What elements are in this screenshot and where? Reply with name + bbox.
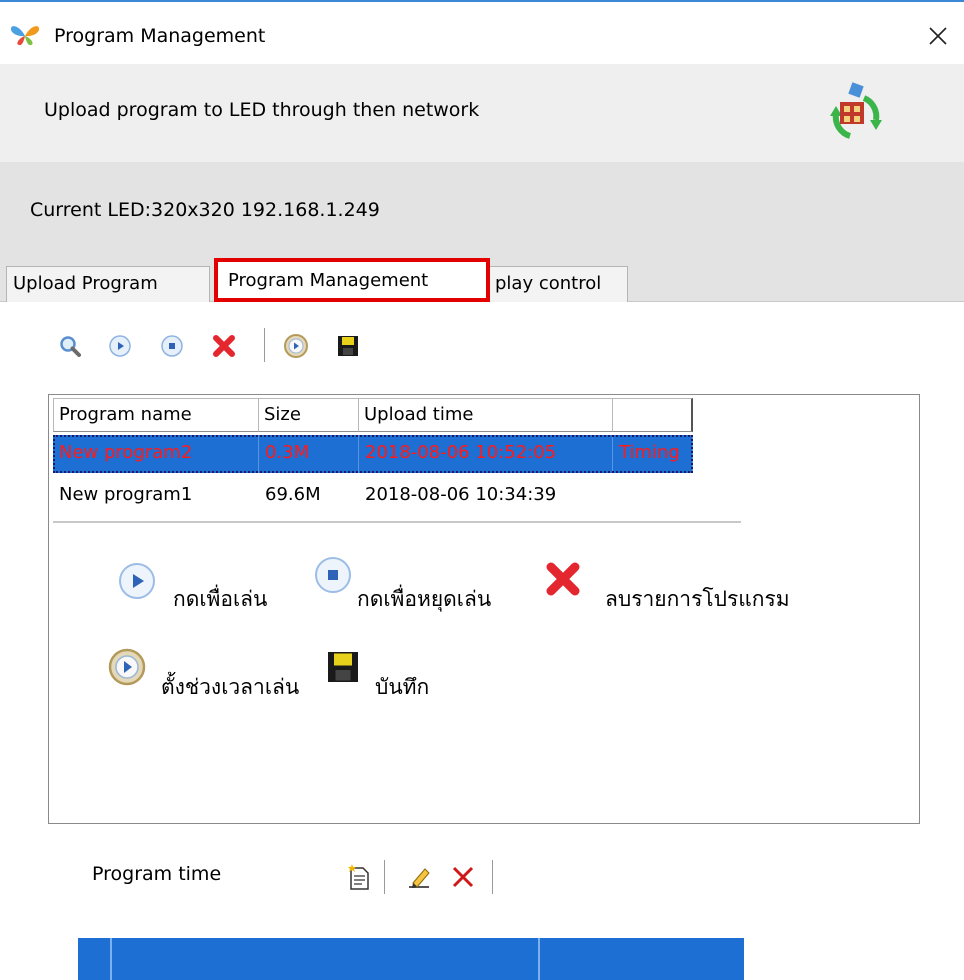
program-row[interactable]: New program1 69.6M 2018-08-06 10:34:39 xyxy=(53,477,693,515)
legend-play-text: กดเพื่อเล่น xyxy=(173,587,268,611)
delete-icon[interactable] xyxy=(210,332,238,360)
program-size-cell: 69.6M xyxy=(265,484,321,505)
program-upload-time-cell: 2018-08-06 10:34:39 xyxy=(365,484,557,505)
program-name-cell: New program2 xyxy=(53,435,259,473)
list-divider xyxy=(53,521,741,523)
program-upload-time-cell: 2018-08-06 10:52:05 xyxy=(359,435,613,473)
column-size[interactable]: Size xyxy=(259,398,359,432)
legend-delete-text: ลบรายการโปรแกรม xyxy=(605,587,790,611)
program-size-cell: 0.3M xyxy=(259,435,359,473)
tab-play-control[interactable]: play control xyxy=(488,266,628,302)
legend-save-text: บันทึก xyxy=(375,675,430,699)
title-bar: Program Management xyxy=(0,2,964,64)
legend-timer-icon xyxy=(107,647,147,687)
program-extra-cell: Timing xyxy=(613,435,693,473)
legend-play-icon xyxy=(117,561,157,601)
delete-x-icon[interactable] xyxy=(448,862,478,892)
tab-upload-program[interactable]: Upload Program xyxy=(6,266,210,302)
column-program-name[interactable]: Program name xyxy=(53,398,259,432)
program-list-panel: Program name Size Upload time New progra… xyxy=(48,394,920,824)
edit-icon[interactable] xyxy=(404,862,434,892)
close-icon xyxy=(929,27,947,45)
legend-stop-text: กดเพื่อหยุดเล่น xyxy=(357,587,492,611)
network-upload-icon xyxy=(820,80,890,146)
timer-icon[interactable] xyxy=(282,332,310,360)
header-description: Upload program to LED through then netwo… xyxy=(44,99,480,121)
legend-timer-text: ตั้งช่วงเวลาเล่น xyxy=(161,675,300,699)
close-button[interactable] xyxy=(916,16,960,56)
program-time-table-header xyxy=(78,938,744,980)
add-document-icon[interactable] xyxy=(344,862,374,892)
time-column-index[interactable] xyxy=(78,938,112,980)
app-butterfly-icon xyxy=(10,24,40,46)
save-icon[interactable] xyxy=(334,332,362,360)
window-title: Program Management xyxy=(54,25,266,47)
legend-save-icon xyxy=(325,649,365,689)
toolbar-separator xyxy=(492,860,493,894)
program-row-selected[interactable]: New program2 0.3M 2018-08-06 10:52:05 Ti… xyxy=(53,435,693,473)
program-list-header: Program name Size Upload time xyxy=(53,398,693,432)
tab-program-management[interactable]: Program Management xyxy=(214,258,490,302)
stop-icon[interactable] xyxy=(158,332,186,360)
header-panel: Upload program to LED through then netwo… xyxy=(0,64,964,162)
program-time-toolbar xyxy=(344,856,514,896)
legend-delete-icon xyxy=(543,559,583,599)
legend-stop-icon xyxy=(313,555,353,595)
search-icon[interactable] xyxy=(56,332,84,360)
tab-strip: Upload Program play control Program Mana… xyxy=(0,256,964,302)
program-name-cell: New program1 xyxy=(59,484,193,505)
current-led-info: Current LED:320x320 192.168.1.249 xyxy=(30,199,380,221)
current-led-bar: Current LED:320x320 192.168.1.249 xyxy=(0,162,964,256)
program-extra-cell xyxy=(613,477,693,515)
column-upload-time[interactable]: Upload time xyxy=(359,398,613,432)
toolbar-separator xyxy=(384,860,385,894)
time-column-start[interactable] xyxy=(112,938,540,980)
time-column-end[interactable] xyxy=(540,938,744,980)
program-toolbar xyxy=(54,328,394,364)
toolbar-separator xyxy=(264,328,265,362)
play-icon[interactable] xyxy=(106,332,134,360)
program-time-label: Program time xyxy=(92,863,222,885)
column-extra[interactable] xyxy=(613,398,693,432)
